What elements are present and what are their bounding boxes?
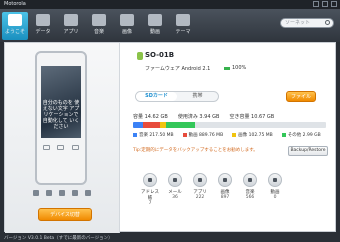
data-icon xyxy=(36,14,50,26)
video-icon xyxy=(268,173,282,187)
stat-video[interactable]: 動画 0 xyxy=(264,173,286,206)
stat-count: 897 xyxy=(220,195,230,200)
close-icon[interactable] xyxy=(331,1,337,7)
tab-apps[interactable]: アプリ xyxy=(58,12,84,40)
image-icon xyxy=(120,14,134,26)
phone-screen-caption: 自分のものを 使えない文字 アプリケーションで 自動化して いください xyxy=(42,100,80,130)
main-tabs: ようこそ データ アプリ 音楽 画像 動画 テーマ xyxy=(2,12,196,40)
device-preview-pane: 自分のものを 使えない文字 アプリケーションで 自動化して いください デバイス… xyxy=(5,43,120,233)
battery-icon xyxy=(224,67,230,70)
content-stats: アドレス帳 7 メール 36 アプリ 222 画像 897 音楽 566 動画 0 xyxy=(139,173,286,206)
minimize-icon[interactable] xyxy=(313,1,319,7)
search-icon[interactable] xyxy=(325,20,330,25)
legend-item-music: 音楽 217.50 MB xyxy=(133,132,174,138)
tab-label: データ xyxy=(35,29,51,35)
tab-images[interactable]: 画像 xyxy=(114,12,140,40)
tab-label: 画像 xyxy=(121,29,132,35)
legend-label: その他 2.99 GB xyxy=(287,133,321,138)
legend-label: 音楽 217.50 MB xyxy=(139,133,174,138)
tab-phone-storage[interactable]: 携帯 xyxy=(177,92,218,101)
refresh-icon[interactable] xyxy=(59,190,65,196)
phone-screen: 自分のものを 使えない文字 アプリケーションで 自動化して いください xyxy=(41,66,81,138)
legend-item-other: その他 2.99 GB xyxy=(281,132,321,138)
storage-usage-bar xyxy=(133,122,326,128)
stat-contacts[interactable]: アドレス帳 7 xyxy=(139,173,161,206)
legend-swatch xyxy=(182,133,187,137)
usage-segment xyxy=(133,122,143,128)
legend-label: 画像 102.75 MB xyxy=(238,133,273,138)
back-key-icon xyxy=(42,145,50,150)
settings-icon[interactable] xyxy=(46,190,52,196)
preview-controls xyxy=(33,190,91,196)
stat-count: 566 xyxy=(245,195,255,200)
apps-icon xyxy=(193,173,207,187)
legend-label: 動画 889.76 MB xyxy=(188,133,224,138)
switch-device-button[interactable]: デバイス切替 xyxy=(38,208,92,221)
tab-theme[interactable]: テーマ xyxy=(170,12,196,40)
tab-label: テーマ xyxy=(175,29,191,35)
home-key-icon xyxy=(57,145,65,150)
legend-swatch xyxy=(281,133,286,137)
stat-images[interactable]: 画像 897 xyxy=(214,173,236,206)
screenshot-icon[interactable] xyxy=(72,190,78,196)
music-icon xyxy=(92,14,106,26)
legend-swatch xyxy=(232,133,237,137)
window-title: Motorola xyxy=(4,1,26,7)
capacity-summary: 容量 14.62 GB 使用済み 3.94 GB 空き容量 10.67 GB xyxy=(133,113,333,120)
tab-music[interactable]: 音楽 xyxy=(86,12,112,40)
firmware-text: ファームウェア Android 2.1 xyxy=(145,66,211,72)
home-icon xyxy=(8,14,22,26)
music-icon xyxy=(243,173,257,187)
video-icon xyxy=(148,14,162,26)
capacity-free: 空き容量 10.67 GB xyxy=(229,114,275,120)
battery-level: 100% xyxy=(232,65,247,71)
tab-video[interactable]: 動画 xyxy=(142,12,168,40)
backup-restore-button[interactable]: Backup/Restore xyxy=(288,146,328,156)
maximize-icon[interactable] xyxy=(322,1,328,7)
stat-label: アドレス帳 xyxy=(141,190,159,201)
main-content: 自分のものを 使えない文字 アプリケーションで 自動化して いください デバイス… xyxy=(4,42,336,233)
tab-label: 音楽 xyxy=(93,29,104,35)
file-button[interactable]: ファイル xyxy=(286,91,316,102)
contacts-icon xyxy=(143,173,157,187)
stat-apps[interactable]: アプリ 222 xyxy=(189,173,211,206)
stat-count: 0 xyxy=(273,195,277,200)
fullscreen-icon[interactable] xyxy=(85,190,91,196)
backup-tip: Tip:定期的にデータをバックアップすることをお勧めします。 xyxy=(133,148,258,153)
phone-nav-keys xyxy=(39,145,83,155)
stat-count: 36 xyxy=(172,195,178,200)
legend-swatch xyxy=(133,133,137,137)
tab-welcome[interactable]: ようこそ xyxy=(2,12,28,40)
usage-segment xyxy=(165,122,195,128)
stat-mail[interactable]: メール 36 xyxy=(164,173,186,206)
usage-segment xyxy=(142,122,160,128)
tab-label: 動画 xyxy=(149,29,160,35)
legend-item-video: 動画 889.76 MB xyxy=(182,132,224,138)
mail-icon xyxy=(168,173,182,187)
android-icon xyxy=(137,52,143,60)
title-bar: Motorola xyxy=(0,0,340,9)
transfer-icon[interactable] xyxy=(33,190,39,196)
phone-image: 自分のものを 使えない文字 アプリケーションで 自動化して いください xyxy=(35,51,87,185)
theme-icon xyxy=(176,14,190,26)
storage-toggle: SDカード 携帯 xyxy=(135,91,219,102)
legend-item-images: 画像 102.75 MB xyxy=(232,132,273,138)
window-controls xyxy=(313,1,337,7)
usage-legend: 音楽 217.50 MB 動画 889.76 MB 画像 102.75 MB そ… xyxy=(133,132,321,138)
apps-icon xyxy=(64,14,78,26)
stat-music[interactable]: 音楽 566 xyxy=(239,173,261,206)
capacity-used: 使用済み 3.94 GB xyxy=(177,114,220,120)
tab-label: アプリ xyxy=(63,29,79,35)
menu-key-icon xyxy=(72,145,80,150)
capacity-total: 容量 14.62 GB xyxy=(133,114,168,120)
tab-data[interactable]: データ xyxy=(30,12,56,40)
tab-label: ようこそ xyxy=(4,29,25,35)
image-icon xyxy=(218,173,232,187)
stat-count: 7 xyxy=(148,201,152,206)
stat-count: 222 xyxy=(195,195,205,200)
device-name: SO-01B xyxy=(145,51,175,59)
status-bar: バージョン V3.0.1 Beta（すでに最新のバージョン） xyxy=(0,233,340,242)
tab-sd-card[interactable]: SDカード xyxy=(136,92,177,101)
